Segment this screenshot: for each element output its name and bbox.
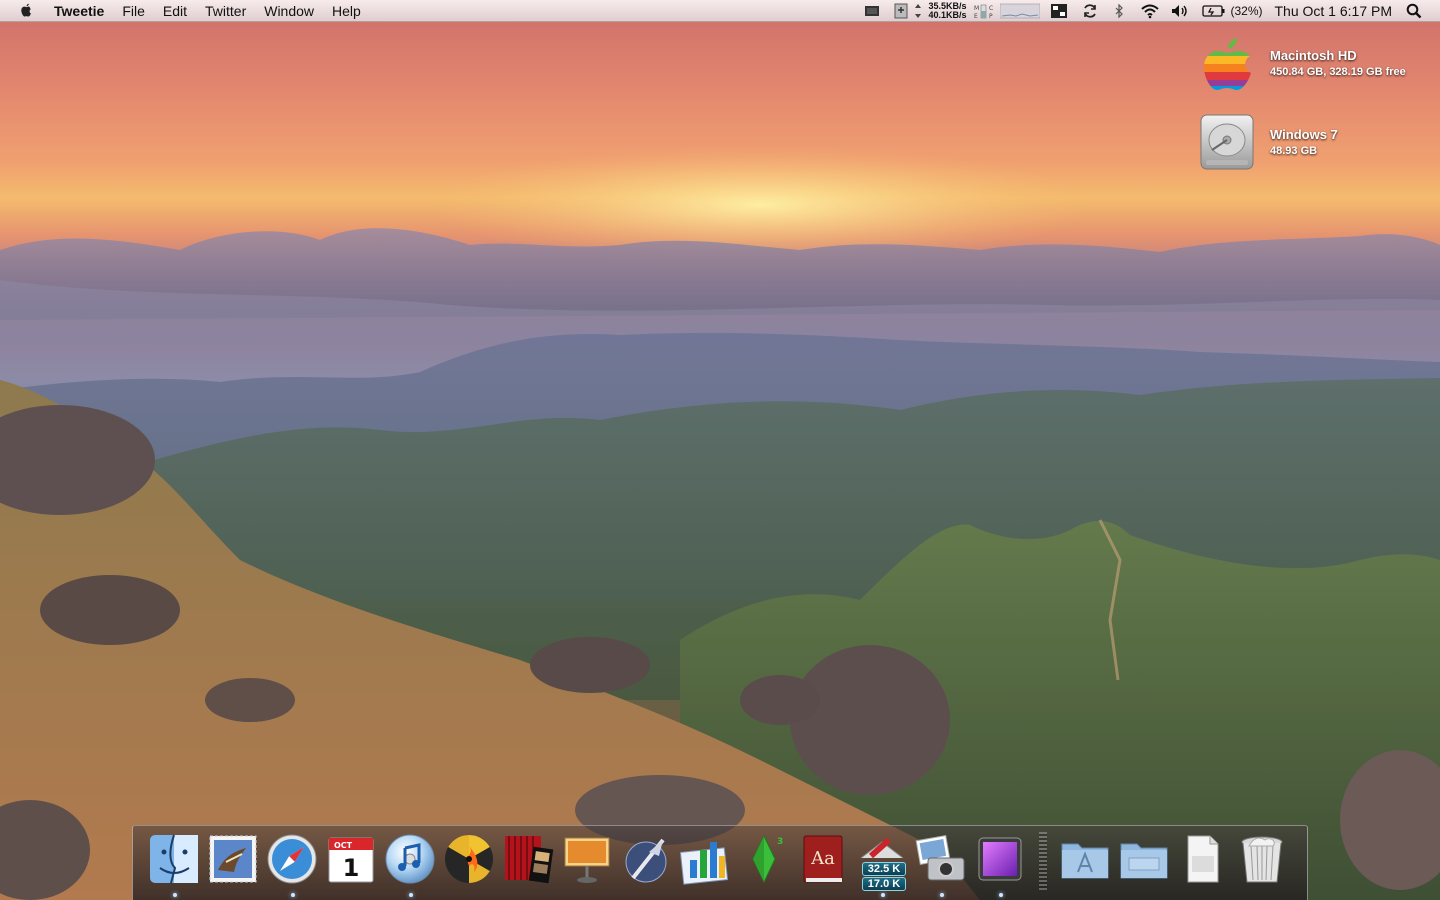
curtain-filmstrip-icon bbox=[505, 836, 554, 884]
dock-item-numbers[interactable] bbox=[678, 832, 734, 892]
applications-folder-icon bbox=[1061, 843, 1109, 879]
dock-item-sims3[interactable]: 3 bbox=[737, 832, 793, 892]
dock-item-iphoto[interactable] bbox=[914, 832, 970, 897]
dock-item-keynote[interactable] bbox=[560, 832, 616, 892]
dock-separator bbox=[1039, 832, 1047, 890]
battery-monitor-icon[interactable] bbox=[894, 0, 908, 22]
menu-extras: 35.5KB/s 40.1KB/s ME CP (32%) Thu Oct 1 6… bbox=[854, 0, 1440, 22]
drive-info: 48.93 GB bbox=[1270, 145, 1318, 157]
svg-text:C: C bbox=[989, 5, 993, 12]
spaces-icon[interactable] bbox=[1050, 0, 1068, 22]
purple-square-icon bbox=[978, 837, 1022, 881]
dock-item-mail[interactable] bbox=[206, 832, 262, 892]
dock-item-dictionary[interactable]: Aa bbox=[796, 832, 852, 892]
hard-drive-icon bbox=[1200, 114, 1254, 170]
menu-help[interactable]: Help bbox=[332, 3, 361, 19]
dock-item-finder[interactable] bbox=[147, 832, 203, 897]
dock-item-quill-app[interactable] bbox=[619, 832, 675, 892]
dock-item-itunes[interactable] bbox=[383, 832, 439, 897]
drive-label: Windows 7 48.93 GB bbox=[1270, 127, 1338, 157]
numbers-chart-icon bbox=[679, 842, 729, 885]
menu-window[interactable]: Window bbox=[264, 3, 314, 19]
dock-item-front-row[interactable] bbox=[501, 832, 557, 892]
menu-app-name[interactable]: Tweetie bbox=[54, 3, 104, 19]
calendar-icon: OCT 1 bbox=[328, 837, 374, 883]
keynote-podium-icon bbox=[564, 837, 610, 883]
running-indicator bbox=[999, 893, 1003, 897]
dictionary-book-icon: Aa bbox=[803, 835, 843, 883]
running-indicator bbox=[409, 893, 413, 897]
network-arrows-icon bbox=[914, 0, 922, 22]
dock: OCT 1 3 Aa 32.5 K 17.0 K bbox=[132, 825, 1308, 900]
svg-text:M: M bbox=[974, 5, 979, 12]
net-download-speed: 40.1KB/s bbox=[928, 10, 967, 20]
dock-item-applications-folder[interactable] bbox=[1058, 832, 1114, 892]
dock-item-burn[interactable] bbox=[442, 832, 498, 892]
wifi-icon[interactable] bbox=[1140, 0, 1160, 22]
document-stack-icon bbox=[1187, 835, 1219, 883]
desktop-drive-windows-7[interactable]: Windows 7 48.93 GB bbox=[1198, 112, 1338, 172]
menu-clock[interactable]: Thu Oct 1 6:17 PM bbox=[1275, 3, 1393, 19]
trash-icon bbox=[1241, 836, 1283, 883]
folder-icon bbox=[1120, 843, 1168, 879]
drive-label: Macintosh HD 450.84 GB, 328.19 GB free bbox=[1270, 48, 1406, 78]
menu-edit[interactable]: Edit bbox=[163, 3, 187, 19]
memory-meter-icon[interactable]: ME CP bbox=[974, 0, 998, 22]
svg-text:Aa: Aa bbox=[810, 848, 835, 869]
running-indicator bbox=[291, 893, 295, 897]
download-counter: 17.0 K bbox=[862, 877, 906, 891]
dock-item-documents-folder[interactable] bbox=[1117, 832, 1173, 892]
burn-disc-icon bbox=[445, 835, 493, 883]
bluetooth-icon[interactable] bbox=[1112, 0, 1126, 22]
volume-icon[interactable] bbox=[1170, 0, 1190, 22]
spotlight-search-icon[interactable] bbox=[1406, 0, 1422, 22]
svg-text:3: 3 bbox=[777, 837, 783, 847]
battery-icon[interactable] bbox=[1202, 0, 1226, 22]
calendar-day: 1 bbox=[343, 854, 360, 882]
running-indicator bbox=[173, 893, 177, 897]
drive-name: Windows 7 bbox=[1270, 127, 1338, 142]
iphoto-camera-icon bbox=[915, 834, 965, 881]
menu-file[interactable]: File bbox=[122, 3, 145, 19]
dock-item-purple-app[interactable] bbox=[973, 832, 1029, 897]
running-indicator bbox=[881, 893, 885, 897]
safari-compass-icon bbox=[267, 834, 317, 884]
dock-item-trash[interactable] bbox=[1235, 832, 1291, 892]
desktop-drive-macintosh-hd[interactable]: Macintosh HD 450.84 GB, 328.19 GB free bbox=[1198, 34, 1406, 92]
svg-text:E: E bbox=[974, 13, 978, 20]
sims-plumbob-icon: 3 bbox=[752, 834, 783, 884]
dock-item-ical[interactable]: OCT 1 bbox=[324, 832, 380, 892]
mail-stamp-icon bbox=[209, 835, 257, 883]
upload-counter: 32.5 K bbox=[862, 862, 906, 876]
calendar-month: OCT bbox=[334, 841, 353, 850]
rainbow-apple-drive-icon bbox=[1204, 38, 1251, 90]
cpu-graph-icon[interactable] bbox=[1000, 0, 1041, 22]
dock-item-downloads-stack[interactable] bbox=[1176, 832, 1232, 892]
apple-menu-icon[interactable] bbox=[18, 2, 34, 20]
dock-item-network-monitor[interactable]: 32.5 K 17.0 K bbox=[855, 832, 911, 897]
sync-icon[interactable] bbox=[1082, 0, 1098, 22]
menu-twitter[interactable]: Twitter bbox=[205, 3, 246, 19]
drive-info: 450.84 GB, 328.19 GB free bbox=[1270, 66, 1406, 78]
dock-item-safari[interactable] bbox=[265, 832, 321, 897]
network-speed-readout[interactable]: 35.5KB/s 40.1KB/s bbox=[928, 0, 966, 22]
quill-pen-icon bbox=[625, 838, 667, 883]
menu-bar: Tweetie File Edit Twitter Window Help 35… bbox=[0, 0, 1440, 22]
itunes-icon bbox=[385, 834, 435, 884]
display-icon[interactable] bbox=[864, 0, 880, 22]
svg-text:P: P bbox=[989, 13, 993, 20]
battery-percentage[interactable]: (32%) bbox=[1230, 4, 1262, 18]
finder-icon bbox=[150, 834, 198, 884]
drive-name: Macintosh HD bbox=[1270, 48, 1357, 63]
running-indicator bbox=[940, 893, 944, 897]
